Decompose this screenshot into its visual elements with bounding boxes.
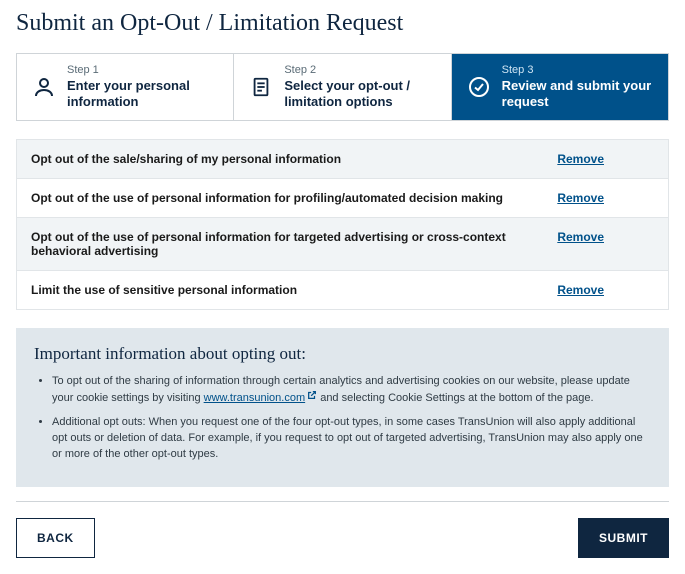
back-button[interactable]: BACK	[16, 518, 95, 558]
remove-link[interactable]: Remove	[557, 191, 604, 205]
optout-list: Opt out of the sale/sharing of my person…	[16, 139, 669, 310]
step-1[interactable]: Step 1 Enter your personal information	[17, 54, 234, 120]
check-circle-icon	[466, 74, 492, 100]
page-title: Submit an Opt-Out / Limitation Request	[16, 10, 669, 37]
external-link-icon	[307, 390, 317, 406]
info-bullet-1: To opt out of the sharing of information…	[52, 374, 651, 407]
optout-row: Opt out of the sale/sharing of my person…	[17, 140, 668, 179]
remove-link[interactable]: Remove	[557, 152, 604, 166]
divider	[16, 501, 669, 502]
info-bullet-2: Additional opt outs: When you request on…	[52, 415, 651, 463]
step-2-num: Step 2	[284, 64, 436, 78]
info-box: Important information about opting out: …	[16, 328, 669, 487]
user-icon	[31, 74, 57, 100]
step-3-num: Step 3	[502, 64, 654, 78]
step-2[interactable]: Step 2 Select your opt-out / limitation …	[234, 54, 451, 120]
step-1-title: Enter your personal information	[67, 78, 219, 111]
step-1-num: Step 1	[67, 64, 219, 78]
info-heading: Important information about opting out:	[34, 344, 651, 364]
optout-label: Opt out of the sale/sharing of my person…	[31, 152, 545, 166]
step-3-title: Review and submit your request	[502, 78, 654, 111]
remove-link[interactable]: Remove	[557, 283, 604, 297]
optout-label: Opt out of the use of personal informati…	[31, 191, 545, 205]
optout-row: Opt out of the use of personal informati…	[17, 218, 668, 271]
optout-row: Opt out of the use of personal informati…	[17, 179, 668, 218]
transunion-link[interactable]: www.transunion.com	[204, 392, 306, 404]
step-3[interactable]: Step 3 Review and submit your request	[452, 54, 668, 120]
optout-label: Opt out of the use of personal informati…	[31, 230, 545, 258]
submit-button[interactable]: SUBMIT	[578, 518, 669, 558]
step-2-title: Select your opt-out / limitation options	[284, 78, 436, 111]
action-bar: BACK SUBMIT	[16, 518, 669, 558]
document-icon	[248, 74, 274, 100]
optout-row: Limit the use of sensitive personal info…	[17, 271, 668, 309]
optout-label: Limit the use of sensitive personal info…	[31, 283, 545, 297]
stepper: Step 1 Enter your personal information S…	[16, 53, 669, 121]
remove-link[interactable]: Remove	[557, 230, 604, 244]
